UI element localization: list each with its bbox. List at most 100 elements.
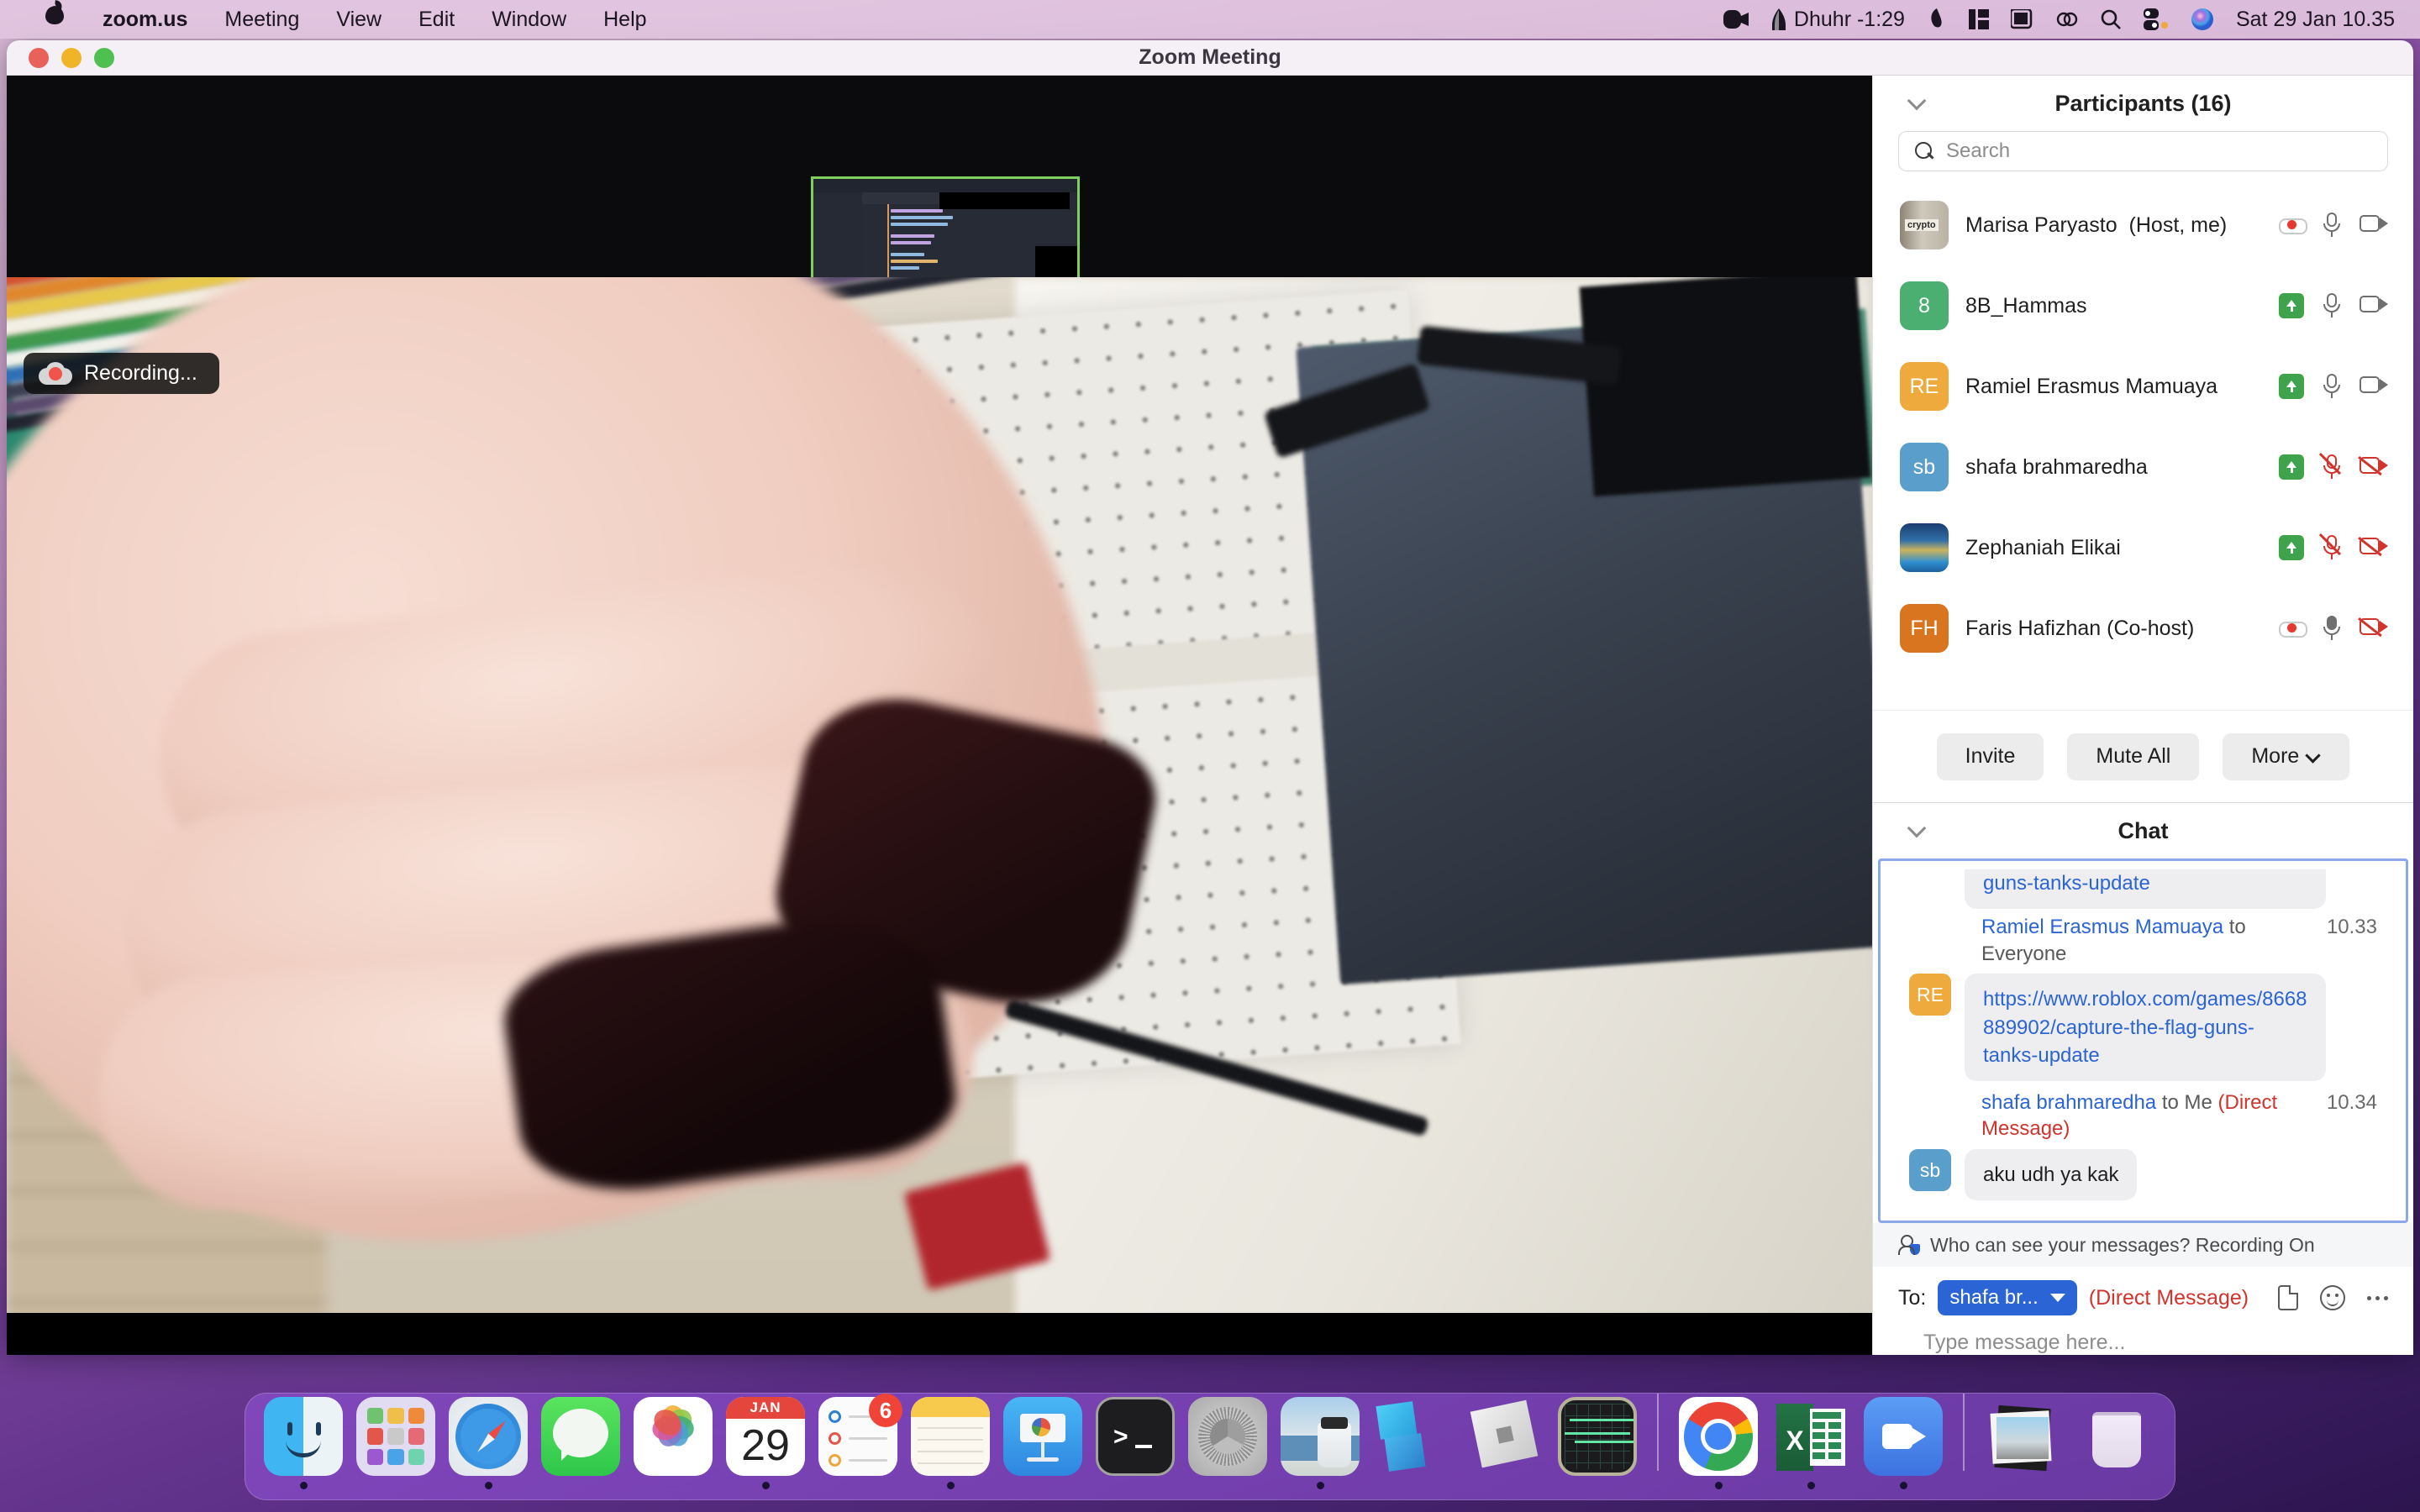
dock-item-reminders[interactable]: 6 xyxy=(812,1394,904,1489)
dock-item-screenshots-stack[interactable] xyxy=(1978,1397,2070,1489)
menubar-display-icon[interactable] xyxy=(2010,9,2034,29)
menubar-bluetooth-icon[interactable] xyxy=(2056,8,2078,30)
chat-message-list[interactable]: guns-tanks-update Ramiel Erasmus Mamuaya… xyxy=(1878,858,2408,1223)
raise-hand-icon[interactable] xyxy=(2279,454,2304,480)
participants-header: Participants (16) xyxy=(1873,76,2413,131)
participant-row[interactable]: RE Ramiel Erasmus Mamuaya xyxy=(1873,346,2413,427)
dock-item-messages[interactable] xyxy=(534,1397,627,1489)
menubar-control-center-icon[interactable] xyxy=(2143,8,2169,30)
menu-item-help[interactable]: Help xyxy=(585,0,665,39)
raise-hand-icon[interactable] xyxy=(2279,374,2304,399)
microphone-icon[interactable] xyxy=(2323,213,2341,238)
menubar-siri-icon[interactable] xyxy=(2191,8,2214,31)
dock-item-launchpad[interactable] xyxy=(350,1397,442,1489)
camera-off-icon[interactable] xyxy=(2358,456,2388,477)
menubar-shazam-icon[interactable] xyxy=(1927,8,1947,30)
raise-hand-icon[interactable] xyxy=(2279,293,2304,318)
chat-privacy-text: Who can see your messages? Recording On xyxy=(1930,1233,2315,1256)
camera-icon[interactable] xyxy=(2360,296,2388,316)
menu-item-zoomus[interactable]: zoom.us xyxy=(84,0,206,39)
dock-item-excel[interactable]: X xyxy=(1765,1397,1857,1489)
dock-separator xyxy=(1657,1394,1659,1471)
dock-item-calendar[interactable]: JAN 29 xyxy=(719,1397,812,1489)
raise-hand-icon[interactable] xyxy=(2279,535,2304,560)
chat-sender[interactable]: shafa brahmaredha xyxy=(1981,1091,2156,1114)
main-video-feed[interactable] xyxy=(7,277,1872,1355)
chat-message-continuation: guns-tanks-update xyxy=(1881,869,2406,912)
reminders-badge-count: 6 xyxy=(869,1394,902,1427)
dock-item-preview[interactable] xyxy=(1274,1397,1366,1489)
apple-menu-icon[interactable] xyxy=(25,0,84,39)
file-icon[interactable] xyxy=(2278,1285,2298,1310)
chat-bubble[interactable]: guns-tanks-update xyxy=(1965,869,2326,910)
mute-all-button[interactable]: Mute All xyxy=(2067,732,2200,780)
participants-list[interactable]: Marisa Paryasto (Host, me) 8 8B_Hammas xyxy=(1873,185,2413,710)
avatar: sb xyxy=(1900,443,1949,491)
recording-indicator[interactable]: Recording... xyxy=(24,353,219,394)
dock-item-trash[interactable] xyxy=(2070,1397,2163,1489)
camera-icon[interactable] xyxy=(2360,376,2388,396)
microphone-muted-icon[interactable] xyxy=(2319,453,2342,480)
participant-row[interactable]: Zephaniah Elikai xyxy=(1873,507,2413,588)
microphone-icon[interactable] xyxy=(2323,374,2341,399)
menu-item-meeting[interactable]: Meeting xyxy=(206,0,318,39)
camera-off-icon[interactable] xyxy=(2358,537,2388,558)
camera-off-icon[interactable] xyxy=(2358,617,2388,638)
menubar-prayer-time[interactable]: Dhuhr -1:29 xyxy=(1770,8,1905,32)
participant-row[interactable]: FH Faris Hafizhan (Co-host) xyxy=(1873,588,2413,669)
menubar-stage-manager-icon[interactable] xyxy=(1968,9,1989,29)
dock-item-chrome[interactable] xyxy=(1672,1397,1765,1489)
dock-item-roblox-studio[interactable] xyxy=(1366,1397,1459,1489)
avatar: RE xyxy=(1900,362,1949,411)
menubar-clock[interactable]: Sat 29 Jan 10.35 xyxy=(2236,8,2395,32)
more-button[interactable]: More xyxy=(2223,732,2350,780)
participant-row[interactable]: sb shafa brahmaredha xyxy=(1873,427,2413,507)
calendar-month-label: JAN xyxy=(726,1397,805,1419)
chat-privacy-notice[interactable]: Who can see your messages? Recording On xyxy=(1873,1223,2413,1267)
dock-item-terminal[interactable]: > xyxy=(1089,1397,1181,1489)
microphone-icon[interactable] xyxy=(2323,616,2341,641)
recording-status-icon xyxy=(2279,216,2307,234)
menu-item-view[interactable]: View xyxy=(318,0,400,39)
emoji-icon[interactable] xyxy=(2320,1285,2345,1310)
chat-bubble[interactable]: aku udh ya kak xyxy=(1965,1149,2138,1201)
dock-item-system-preferences[interactable] xyxy=(1181,1397,1274,1489)
dock-separator xyxy=(1963,1394,1965,1471)
dock-item-activity-monitor[interactable] xyxy=(1551,1397,1644,1489)
chat-sender[interactable]: Ramiel Erasmus Mamuaya xyxy=(1981,916,2223,938)
dock-item-photos[interactable] xyxy=(627,1397,719,1489)
dock-item-finder[interactable] xyxy=(257,1397,350,1489)
camera-icon[interactable] xyxy=(2360,215,2388,235)
chat-bubble[interactable]: https://www.roblox.com/games/8668889902/… xyxy=(1965,974,2326,1081)
menu-item-edit[interactable]: Edit xyxy=(400,0,473,39)
participants-collapse-chevron-down-icon[interactable] xyxy=(1908,92,1927,115)
participant-name: Marisa Paryasto (Host, me) xyxy=(1965,213,2228,237)
video-stage[interactable]: Recording... xyxy=(7,76,1872,1355)
participants-search-input[interactable]: Search xyxy=(1898,131,2388,171)
chat-recipient-selector[interactable]: shafa br... xyxy=(1938,1280,2077,1315)
window-title-bar: Zoom Meeting xyxy=(7,40,2413,76)
avatar xyxy=(1900,201,1949,249)
participant-name: Zephaniah Elikai xyxy=(1965,535,2121,559)
more-dots-icon[interactable] xyxy=(2367,1295,2388,1300)
menu-item-window[interactable]: Window xyxy=(473,0,585,39)
chat-collapse-chevron-down-icon[interactable] xyxy=(1908,819,1927,843)
chat-message-input[interactable]: Type message here... xyxy=(1898,1315,2388,1355)
dock-item-zoom[interactable] xyxy=(1857,1397,1949,1489)
prayer-time-label: Dhuhr -1:29 xyxy=(1793,7,1905,31)
participant-row[interactable]: 8 8B_Hammas xyxy=(1873,265,2413,346)
dock-item-notes[interactable] xyxy=(904,1397,997,1489)
dock-item-safari[interactable] xyxy=(442,1397,534,1489)
chat-panel: Chat guns-tanks-update Ramiel Erasmus Ma… xyxy=(1873,802,2413,1355)
participant-row[interactable]: Marisa Paryasto (Host, me) xyxy=(1873,185,2413,265)
participants-title: Participants (16) xyxy=(2054,90,2232,116)
menubar-spotlight-search-icon[interactable] xyxy=(2100,8,2122,30)
microphone-icon[interactable] xyxy=(2323,293,2341,318)
dock-item-keynote[interactable] xyxy=(997,1397,1089,1489)
dock-item-roblox[interactable] xyxy=(1459,1397,1551,1489)
invite-button[interactable]: Invite xyxy=(1936,732,2044,780)
menubar-video-camera-icon[interactable] xyxy=(1723,10,1749,29)
microphone-muted-icon[interactable] xyxy=(2319,533,2342,560)
calendar-day-label: 29 xyxy=(741,1421,790,1470)
chat-message: Ramiel Erasmus Mamuaya to Everyone 10.33… xyxy=(1881,912,2406,1088)
